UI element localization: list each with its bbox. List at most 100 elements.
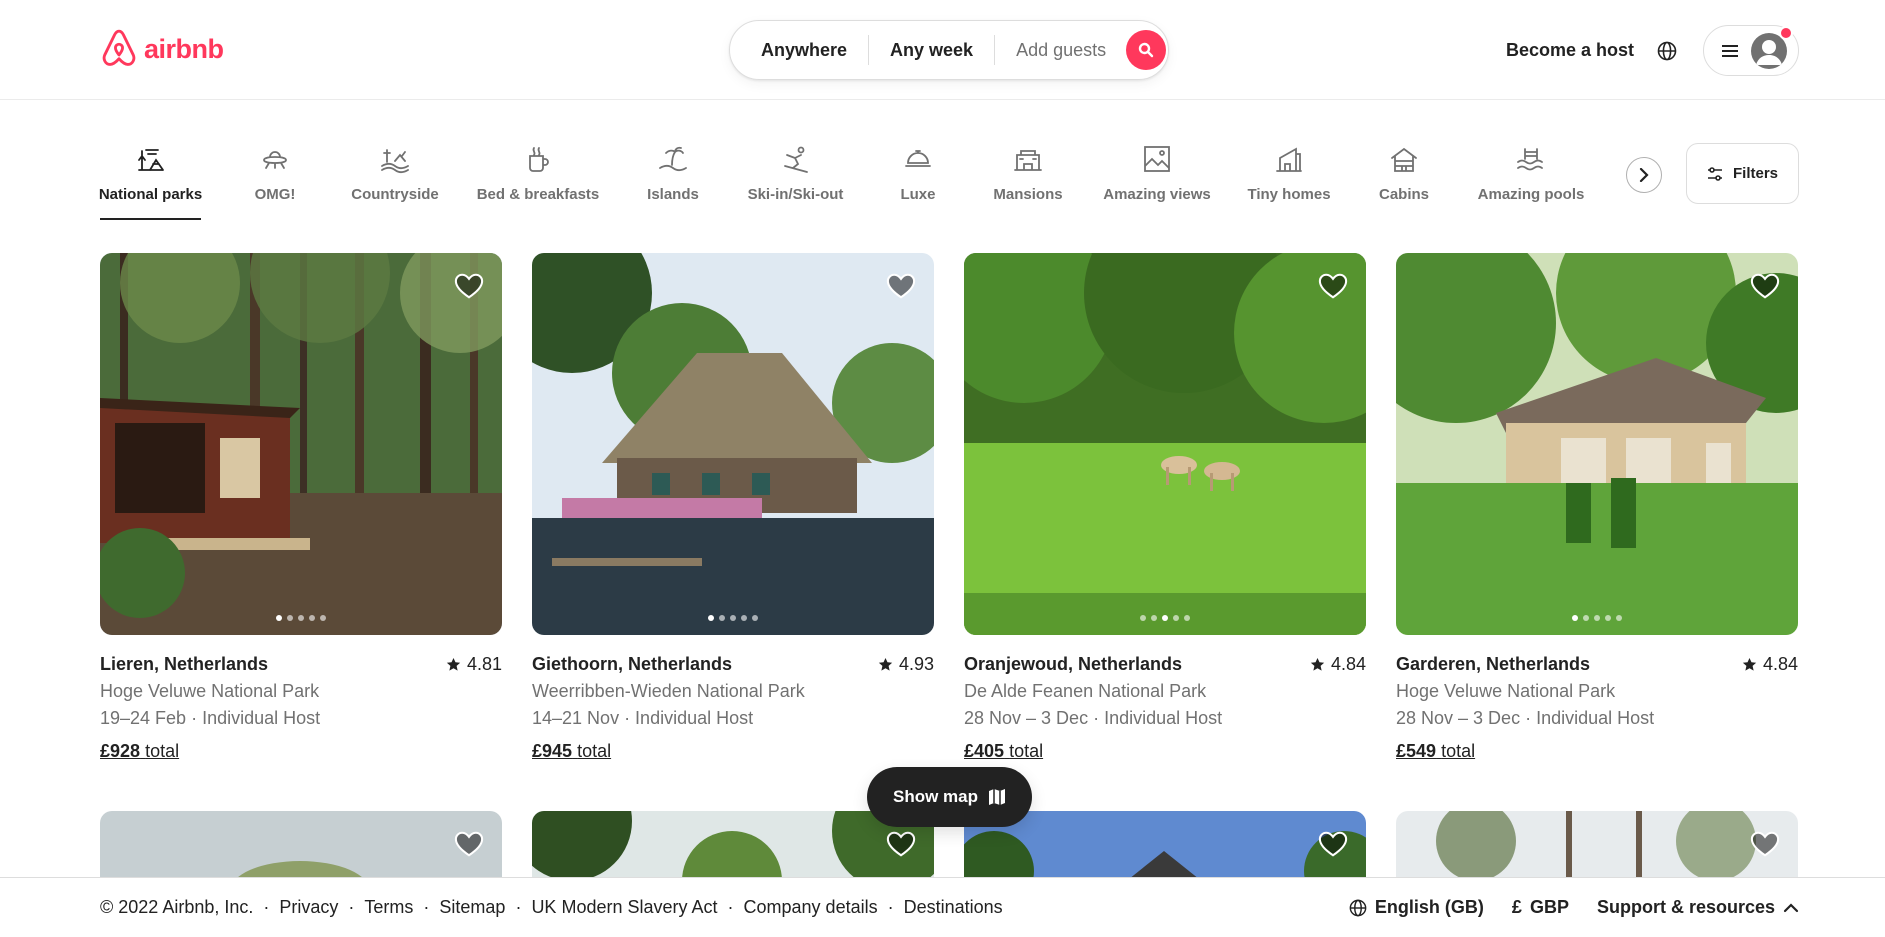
listing-info: Giethoorn, Netherlands 4.93 Weerribben-W… — [532, 651, 934, 765]
price-amount: £928 — [100, 741, 141, 761]
support-resources-button[interactable]: Support & resources — [1597, 897, 1799, 918]
airbnb-logo[interactable]: airbnb — [100, 28, 224, 70]
listing-rating: 4.84 — [1742, 651, 1798, 678]
listing-dates-host: 28 Nov – 3 Dec · Individual Host — [964, 708, 1223, 728]
search-any-week-button[interactable]: Any week — [869, 34, 994, 66]
countryside-icon — [378, 142, 412, 176]
heart-icon[interactable] — [1318, 271, 1348, 301]
category-label: Bed & breakfasts — [476, 186, 600, 203]
search-bar[interactable]: Anywhere Any week Add guests — [729, 20, 1169, 80]
listing-price[interactable]: £549 total — [1396, 738, 1798, 765]
heart-icon[interactable] — [886, 829, 916, 859]
photo-carousel-dots — [1572, 615, 1622, 621]
listing-photo[interactable] — [532, 253, 934, 635]
listing-photo-image — [532, 253, 934, 635]
footer-link-destinations[interactable]: Destinations — [904, 897, 1003, 918]
search-anywhere-button[interactable]: Anywhere — [740, 34, 868, 66]
coffee-cup-icon — [521, 142, 555, 176]
heart-icon[interactable] — [1318, 829, 1348, 859]
listing-info: Garderen, Netherlands 4.84 Hoge Veluwe N… — [1396, 651, 1798, 765]
globe-icon — [1657, 41, 1677, 61]
listing-park: Hoge Veluwe National Park — [1396, 681, 1616, 701]
categories-next-button[interactable] — [1626, 157, 1662, 193]
separator: · — [727, 897, 734, 917]
footer-settings: English (GB) £ GBP Support & resources — [1349, 897, 1799, 918]
filters-button[interactable]: Filters — [1686, 143, 1799, 204]
listing-card[interactable]: Garderen, Netherlands 4.84 Hoge Veluwe N… — [1396, 253, 1798, 765]
separator: · — [348, 897, 355, 917]
separator: · — [423, 897, 430, 917]
globe-icon — [1349, 899, 1367, 916]
category-label: Amazing pools — [1477, 186, 1585, 203]
heart-icon[interactable] — [454, 271, 484, 301]
category-mansions[interactable]: Mansions — [993, 142, 1063, 222]
heart-icon[interactable] — [1750, 271, 1780, 301]
footer-link-terms[interactable]: Terms — [364, 897, 413, 918]
category-ski-in-ski-out[interactable]: Ski-in/Ski-out — [747, 142, 844, 222]
star-icon — [1310, 657, 1325, 671]
category-label: Countryside — [351, 186, 439, 203]
listing-photo-image — [964, 253, 1366, 635]
footer-link-company-details[interactable]: Company details — [744, 897, 878, 918]
footer-links: © 2022 Airbnb, Inc. · Privacy · Terms · … — [100, 897, 1003, 918]
category-tiny-homes[interactable]: Tiny homes — [1247, 142, 1331, 222]
become-a-host-link[interactable]: Become a host — [1490, 36, 1650, 65]
listing-price[interactable]: £928 total — [100, 738, 502, 765]
language-label: English (GB) — [1374, 897, 1484, 917]
price-suffix: total — [1441, 741, 1476, 761]
listing-park: Weerribben-Wieden National Park — [532, 681, 805, 701]
listing-rating: 4.84 — [1310, 651, 1366, 678]
heart-icon[interactable] — [1750, 829, 1780, 859]
cabin-icon — [1387, 142, 1421, 176]
listing-photo[interactable] — [964, 253, 1366, 635]
category-countryside[interactable]: Countryside — [350, 142, 440, 222]
listing-park: De Alde Feanen National Park — [964, 681, 1207, 701]
heart-icon[interactable] — [454, 829, 484, 859]
heart-icon[interactable] — [886, 271, 916, 301]
listing-photo[interactable] — [1396, 253, 1798, 635]
listing-park: Hoge Veluwe National Park — [100, 681, 320, 701]
listing-card[interactable]: Lieren, Netherlands 4.81 Hoge Veluwe Nat… — [100, 253, 502, 765]
currency-button[interactable]: £ GBP — [1512, 897, 1569, 918]
show-map-button[interactable]: Show map — [867, 767, 1032, 827]
listing-card[interactable]: Giethoorn, Netherlands 4.93 Weerribben-W… — [532, 253, 934, 765]
search-button[interactable] — [1126, 30, 1167, 70]
category-national-parks[interactable]: National parks — [99, 142, 202, 222]
category-islands[interactable]: Islands — [647, 142, 699, 222]
listing-title: Giethoorn, Netherlands — [532, 654, 733, 674]
footer-link-sitemap[interactable]: Sitemap — [439, 897, 505, 918]
listing-price[interactable]: £945 total — [532, 738, 934, 765]
price-suffix: total — [1009, 741, 1044, 761]
star-icon — [446, 657, 461, 671]
airbnb-logo-icon — [102, 29, 136, 66]
listing-photo[interactable] — [100, 253, 502, 635]
footer-link-uk-modern-slavery-act[interactable]: UK Modern Slavery Act — [531, 897, 717, 918]
language-globe-button[interactable] — [1652, 36, 1682, 66]
category-cabins[interactable]: Cabins — [1379, 142, 1429, 222]
category-label: Tiny homes — [1247, 186, 1331, 203]
category-amazing-pools[interactable]: Amazing pools — [1478, 142, 1584, 222]
listing-dates-host: 14–21 Nov · Individual Host — [532, 708, 754, 728]
language-button[interactable]: English (GB) — [1349, 897, 1484, 918]
photo-carousel-dots — [1140, 615, 1190, 621]
star-icon — [1742, 657, 1757, 671]
rating-value: 4.84 — [1330, 654, 1366, 674]
category-bed-and-breakfasts[interactable]: Bed & breakfasts — [476, 142, 600, 222]
listing-photo-image — [1396, 253, 1798, 635]
listing-card[interactable]: Oranjewoud, Netherlands 4.84 De Alde Fea… — [964, 253, 1366, 765]
search-icon — [1138, 42, 1154, 58]
chevron-up-icon — [1783, 902, 1799, 912]
show-map-label: Show map — [892, 787, 978, 806]
category-amazing-views[interactable]: Amazing views — [1103, 142, 1211, 222]
category-label: Ski-in/Ski-out — [747, 186, 844, 203]
rating-value: 4.84 — [1762, 654, 1798, 674]
category-omg[interactable]: OMG! — [250, 142, 300, 222]
pool-icon — [1514, 142, 1548, 176]
category-label: OMG! — [254, 186, 296, 203]
separator: · — [515, 897, 522, 917]
footer-link-privacy[interactable]: Privacy — [279, 897, 338, 918]
listing-price[interactable]: £405 total — [964, 738, 1366, 765]
category-luxe[interactable]: Luxe — [900, 142, 936, 222]
separator: · — [887, 897, 894, 917]
search-add-guests-button[interactable]: Add guests — [995, 34, 1124, 66]
